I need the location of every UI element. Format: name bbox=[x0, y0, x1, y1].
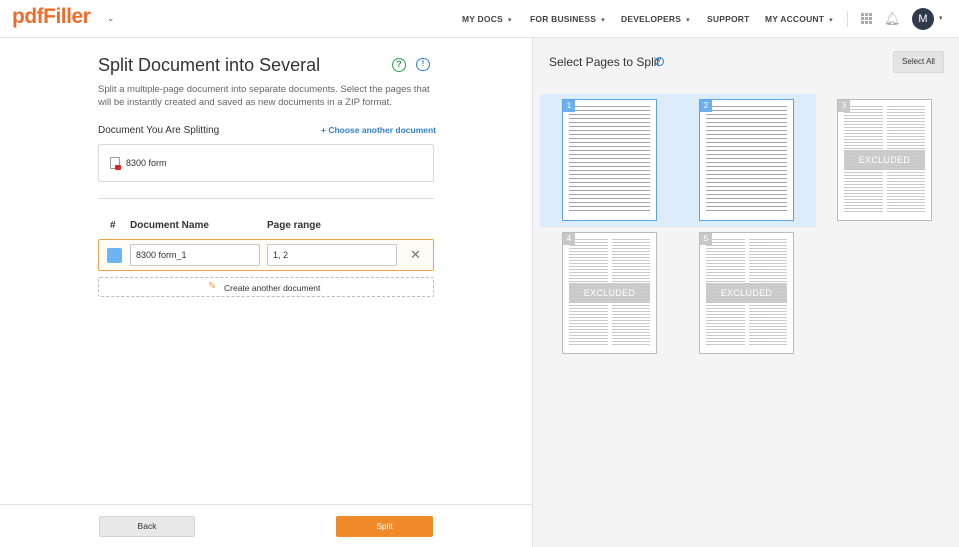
document-name-input[interactable]: 8300 form_1 bbox=[130, 244, 260, 266]
create-another-document-label: Create another document bbox=[224, 283, 321, 293]
column-header-document-name: Document Name bbox=[130, 220, 209, 231]
chevron-down-icon: ▾ bbox=[686, 17, 690, 24]
split-settings-panel: Split Document into Several ? ! Split a … bbox=[0, 38, 532, 547]
nav-my-account[interactable]: MY ACCOUNT ▾ bbox=[765, 14, 833, 24]
column-header-page-range: Page range bbox=[267, 220, 321, 231]
page-thumbnail-4[interactable]: 4 EXCLUDED bbox=[562, 232, 657, 354]
close-icon[interactable]: ✕ bbox=[410, 247, 421, 263]
page-thumbnail-5[interactable]: 5 EXCLUDED bbox=[699, 232, 794, 354]
source-document-box: 8300 form bbox=[98, 144, 434, 182]
page-description: Split a multiple-page document into sepa… bbox=[98, 84, 430, 108]
nav-developers[interactable]: DEVELOPERS ▾ bbox=[621, 14, 690, 24]
page-selection-title: Select Pages to Split bbox=[549, 55, 660, 69]
page-number: 3 bbox=[838, 100, 850, 112]
page-number: 4 bbox=[563, 233, 575, 245]
divider bbox=[98, 198, 434, 199]
column-header-number: # bbox=[110, 220, 116, 231]
page-number: 2 bbox=[700, 100, 712, 112]
split-button[interactable]: Split bbox=[336, 516, 433, 537]
excluded-label: EXCLUDED bbox=[706, 283, 787, 303]
footer-bar: Back Split bbox=[0, 504, 532, 547]
document-label: Document You Are Splitting bbox=[98, 125, 220, 136]
page-thumbnail-1[interactable]: 1 bbox=[562, 99, 657, 221]
chevron-down-icon: ▾ bbox=[829, 17, 833, 24]
page-title: Split Document into Several bbox=[98, 55, 321, 75]
table-row: 8300 form_1 1, 2 ✕ bbox=[98, 239, 434, 271]
excluded-label: EXCLUDED bbox=[844, 150, 925, 170]
page-thumbnail-3[interactable]: 3 EXCLUDED bbox=[837, 99, 932, 221]
pdffiller-logo[interactable]: pdfFiller bbox=[12, 5, 91, 29]
info-icon[interactable]: ? bbox=[655, 57, 664, 66]
choose-another-document-link[interactable]: + Choose another document bbox=[321, 125, 436, 135]
page-number: 5 bbox=[700, 233, 712, 245]
chevron-down-icon[interactable]: ⌄ bbox=[107, 13, 115, 24]
nav-my-docs[interactable]: MY DOCS ▾ bbox=[462, 14, 512, 24]
document-color-swatch[interactable] bbox=[107, 248, 122, 263]
apps-grid-icon[interactable] bbox=[861, 13, 872, 24]
page-number: 1 bbox=[563, 100, 575, 112]
select-all-button[interactable]: Select All bbox=[893, 51, 944, 73]
pen-icon: ✎ bbox=[208, 281, 217, 292]
avatar[interactable]: M bbox=[912, 8, 934, 30]
chat-icon[interactable]: ! bbox=[416, 58, 430, 71]
page-thumbnail-2[interactable]: 2 bbox=[699, 99, 794, 221]
chevron-down-icon: ▾ bbox=[507, 17, 512, 24]
nav-support[interactable]: SUPPORT bbox=[707, 14, 750, 24]
bell-icon[interactable]: 🔔︎ bbox=[884, 11, 901, 27]
chevron-down-icon[interactable]: ▾ bbox=[939, 14, 943, 22]
page-preview bbox=[569, 106, 650, 214]
excluded-label: EXCLUDED bbox=[569, 283, 650, 303]
page-preview bbox=[706, 106, 787, 214]
source-document-name: 8300 form bbox=[126, 158, 167, 168]
create-another-document-button[interactable]: ✎ Create another document bbox=[98, 277, 434, 297]
chevron-down-icon: ▾ bbox=[601, 17, 605, 24]
back-button[interactable]: Back bbox=[99, 516, 195, 537]
page-range-input[interactable]: 1, 2 bbox=[267, 244, 397, 266]
page-selection-panel: Select Pages to Split ? Select All 1 2 3… bbox=[532, 38, 959, 547]
header-divider bbox=[847, 11, 848, 27]
pdf-file-icon bbox=[110, 157, 121, 170]
top-navigation-bar: pdfFiller ⌄ MY DOCS ▾ FOR BUSINESS ▾ DEVEL… bbox=[0, 0, 959, 38]
nav-for-business[interactable]: FOR BUSINESS ▾ bbox=[530, 14, 605, 24]
help-icon[interactable]: ? bbox=[392, 58, 406, 72]
